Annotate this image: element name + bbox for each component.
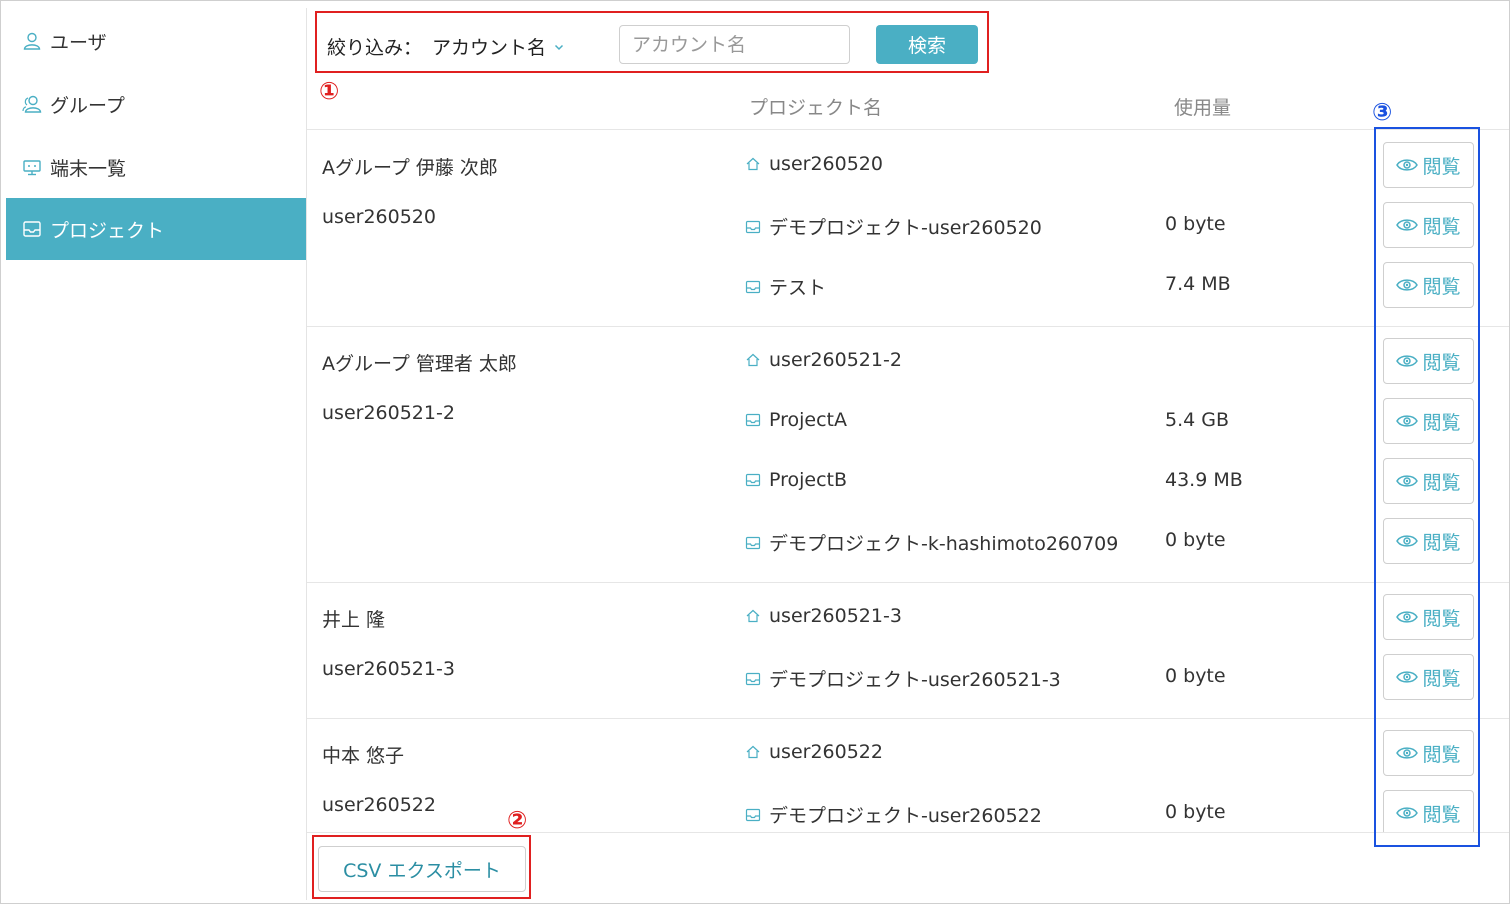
column-header-project: プロジェクト名: [749, 97, 883, 119]
project-row: user260522: [745, 741, 883, 763]
home-icon: [745, 352, 761, 368]
project-name: user260522: [769, 741, 883, 763]
project-row: ProjectB: [745, 469, 847, 491]
project-name: user260521-2: [769, 349, 902, 371]
usage-value: 7.4 MB: [1165, 273, 1231, 295]
usage-value: 0 byte: [1165, 665, 1226, 687]
account-id: user260522: [322, 794, 436, 816]
project-name: デモプロジェクト-user260521-3: [769, 669, 1061, 691]
annotation-box-2: [312, 835, 531, 899]
project-row: user260521-3: [745, 605, 902, 627]
row-divider: [307, 326, 1509, 327]
project-icon: [745, 807, 761, 823]
column-header-usage: 使用量: [1174, 97, 1232, 119]
project-icon: [745, 279, 761, 295]
project-row: user260520: [745, 153, 883, 175]
account-id: user260521-2: [322, 402, 455, 424]
device-icon: [22, 157, 42, 177]
annotation-label-3: ③: [1372, 98, 1393, 126]
project-row: デモプロジェクト-user260520: [745, 213, 1042, 240]
annotation-box-3: [1374, 127, 1480, 847]
annotation-label-2: ②: [507, 806, 528, 834]
group-icon: [22, 94, 42, 114]
sidebar-divider: [306, 8, 307, 900]
usage-value: 43.9 MB: [1165, 469, 1243, 491]
sidebar-item-label: グループ: [50, 94, 125, 117]
home-icon: [745, 744, 761, 760]
project-name: テスト: [769, 277, 827, 299]
project-icon: [745, 472, 761, 488]
account-id: user260521-3: [322, 658, 455, 680]
usage-value: 5.4 GB: [1165, 409, 1230, 431]
row-divider: [307, 718, 1509, 719]
annotation-label-1: ①: [319, 77, 340, 105]
project-name: ProjectB: [769, 469, 848, 491]
home-icon: [745, 608, 761, 624]
sidebar-item-label: 端末一覧: [50, 157, 127, 180]
account-name: Aグループ 管理者 太郎: [322, 353, 517, 375]
usage-value: 0 byte: [1165, 801, 1226, 823]
sidebar-item-groups[interactable]: グループ: [6, 73, 306, 135]
project-icon: [745, 535, 761, 551]
project-name: デモプロジェクト-k-hashimoto260709: [769, 533, 1119, 555]
account-name: 中本 悠子: [322, 745, 405, 767]
user-icon: [22, 31, 42, 51]
usage-value: 0 byte: [1165, 529, 1226, 551]
sidebar-item-devices[interactable]: 端末一覧: [6, 136, 306, 198]
project-name: user260520: [769, 153, 883, 175]
project-name: デモプロジェクト-user260522: [769, 805, 1042, 827]
sidebar-item-projects[interactable]: プロジェクト: [6, 198, 306, 260]
sidebar-item-label: プロジェクト: [50, 219, 165, 242]
project-icon: [745, 219, 761, 235]
annotation-box-1: [315, 11, 989, 73]
project-row: ProjectA: [745, 409, 847, 431]
project-row: テスト: [745, 273, 826, 300]
row-divider: [307, 129, 1509, 130]
sidebar-item-label: ユーザ: [50, 31, 107, 54]
account-name: 井上 隆: [322, 609, 386, 631]
project-icon: [22, 219, 42, 239]
sidebar: ユーザ グループ 端末一覧 プロジェクト: [6, 8, 306, 898]
project-row: user260521-2: [745, 349, 902, 371]
project-name: user260521-3: [769, 605, 902, 627]
row-divider: [307, 582, 1509, 583]
usage-value: 0 byte: [1165, 213, 1226, 235]
account-name: Aグループ 伊藤 次郎: [322, 157, 498, 179]
project-row: デモプロジェクト-user260522: [745, 801, 1042, 828]
project-row: デモプロジェクト-user260521-3: [745, 665, 1061, 692]
sidebar-item-users[interactable]: ユーザ: [6, 10, 306, 72]
account-id: user260520: [322, 206, 436, 228]
project-icon: [745, 671, 761, 687]
project-icon: [745, 412, 761, 428]
project-row: デモプロジェクト-k-hashimoto260709: [745, 529, 1118, 556]
project-name: ProjectA: [769, 409, 848, 431]
home-icon: [745, 156, 761, 172]
project-name: デモプロジェクト-user260520: [769, 217, 1042, 239]
